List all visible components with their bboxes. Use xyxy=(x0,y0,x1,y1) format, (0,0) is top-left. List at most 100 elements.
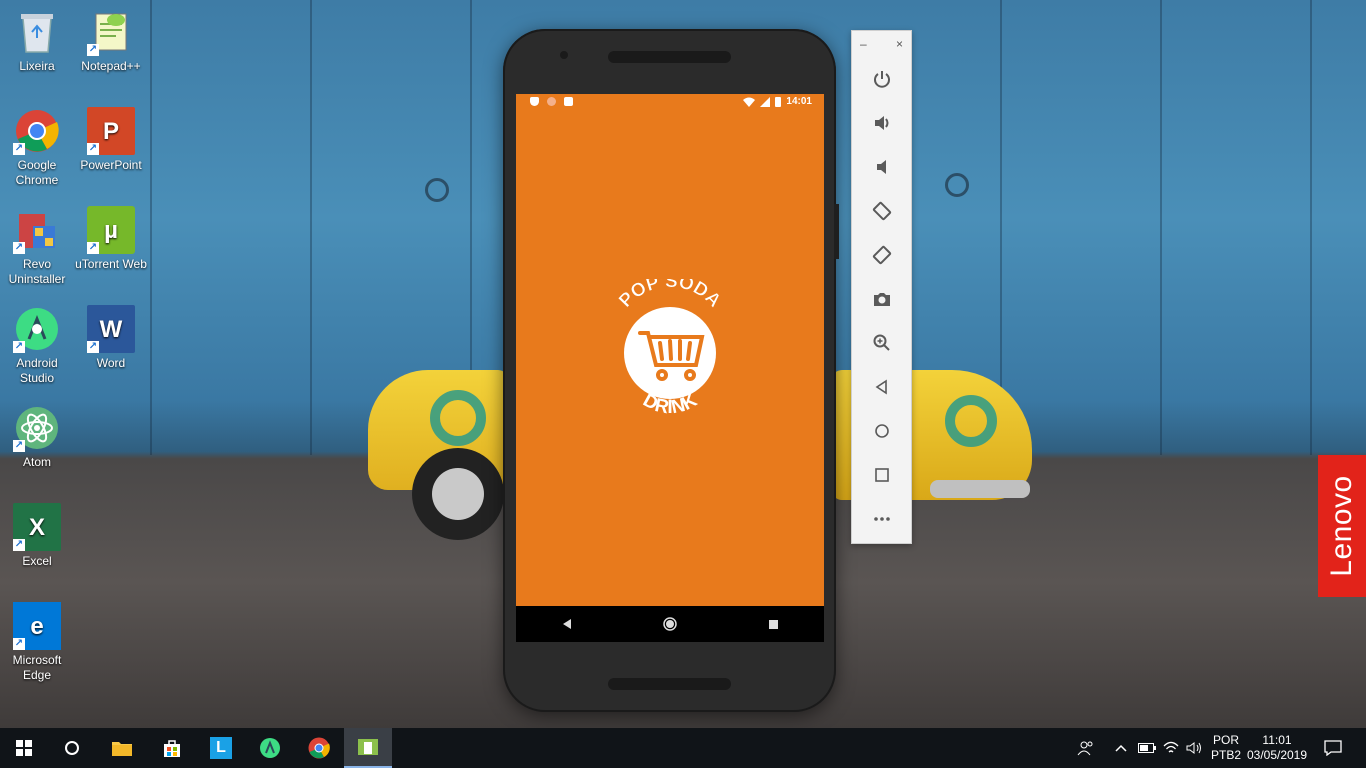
taskbar: L POR PTB2 11:01 03/05/2019 xyxy=(0,728,1366,768)
desktop-icon-powerpoint[interactable]: P ↗ PowerPoint xyxy=(74,107,148,173)
sd-card-icon xyxy=(564,97,573,106)
taskbar-file-explorer[interactable] xyxy=(98,728,146,768)
desktop-icon-chrome[interactable]: ↗ Google Chrome xyxy=(0,107,74,188)
cortana-circle-icon xyxy=(65,741,79,755)
lenovo-text: Lenovo xyxy=(1325,475,1358,577)
emulator-toolbar: – × xyxy=(851,30,912,544)
edge-icon: e ↗ xyxy=(13,602,61,650)
shortcut-arrow-icon: ↗ xyxy=(87,143,99,155)
home-button[interactable] xyxy=(852,409,911,453)
lenovo-l-icon: L xyxy=(210,737,232,759)
more-icon xyxy=(873,517,890,521)
android-emulator-phone: 14:01 POP'SODA DRINK xyxy=(503,29,839,712)
taskbar-store[interactable] xyxy=(148,728,196,768)
battery-icon xyxy=(1138,743,1156,753)
side-button xyxy=(834,204,839,259)
people-button[interactable] xyxy=(1077,728,1095,768)
volume-up-icon xyxy=(874,116,888,130)
zoom-button[interactable] xyxy=(852,321,911,365)
rotate-right-icon xyxy=(872,245,891,265)
shortcut-arrow-icon: ↗ xyxy=(13,638,25,650)
status-time: 14:01 xyxy=(786,96,812,107)
notepad-plus-plus-icon: ↗ xyxy=(87,8,135,56)
desktop-icon-utorrent[interactable]: µ ↗ uTorrent Web xyxy=(74,206,148,272)
home-icon xyxy=(874,424,889,438)
taskbar-android-studio[interactable] xyxy=(246,728,294,768)
shortcut-arrow-icon: ↗ xyxy=(13,440,25,452)
shortcut-arrow-icon: ↗ xyxy=(87,242,99,254)
rotate-left-button[interactable] xyxy=(852,189,911,233)
back-button[interactable] xyxy=(852,365,911,409)
desktop-icon-edge[interactable]: e ↗ Microsoft Edge xyxy=(0,602,74,683)
more-button[interactable] xyxy=(852,497,911,541)
desktop-icon-word[interactable]: W ↗ Word xyxy=(74,305,148,371)
lenovo-brand-tag: Lenovo xyxy=(1318,455,1366,597)
zoom-icon xyxy=(873,334,890,351)
desktop-icon-atom[interactable]: ↗ Atom xyxy=(0,404,74,470)
power-icon xyxy=(873,71,890,88)
desktop-icon-recycle-bin[interactable]: Lixeira xyxy=(0,8,74,74)
svg-text:POP'SODA: POP'SODA xyxy=(615,279,725,312)
screenshot-button[interactable] xyxy=(852,277,911,321)
overview-button[interactable] xyxy=(852,453,911,497)
nav-home-button[interactable] xyxy=(663,617,678,631)
nav-back-button[interactable] xyxy=(561,618,573,630)
show-hidden-icons-button[interactable] xyxy=(1115,728,1127,768)
taskbar-lenovo-app[interactable]: L xyxy=(197,728,245,768)
volume-down-icon xyxy=(876,160,886,174)
signal-icon xyxy=(760,96,771,107)
input-language-button[interactable]: POR PTB2 xyxy=(1210,728,1242,768)
taskbar-chrome[interactable] xyxy=(295,728,343,768)
taskbar-emulator[interactable] xyxy=(344,728,392,768)
shortcut-arrow-icon: ↗ xyxy=(13,143,25,155)
desktop-icon-revo-uninstaller[interactable]: ↗ Revo Uninstaller xyxy=(0,206,74,287)
earpiece-speaker xyxy=(608,51,731,63)
wifi-button[interactable] xyxy=(1163,728,1179,768)
search-button[interactable] xyxy=(48,728,96,768)
chrome-icon xyxy=(308,737,330,759)
back-icon xyxy=(875,379,887,395)
atom-icon: ↗ xyxy=(13,404,61,452)
minimize-button[interactable]: – xyxy=(860,37,867,51)
power-button[interactable] xyxy=(852,57,911,101)
wifi-icon xyxy=(743,97,756,107)
nav-overview-button[interactable] xyxy=(768,619,779,630)
excel-icon: X ↗ xyxy=(13,503,61,551)
close-button[interactable]: × xyxy=(896,37,903,51)
powerpoint-icon: P ↗ xyxy=(87,107,135,155)
battery-icon xyxy=(775,96,782,107)
desktop-icon-android-studio[interactable]: ↗ Android Studio xyxy=(0,305,74,386)
recycle-bin-icon xyxy=(13,8,61,56)
shortcut-arrow-icon: ↗ xyxy=(87,341,99,353)
phone-screen[interactable]: 14:01 POP'SODA DRINK xyxy=(516,94,824,642)
notification-dot-icon xyxy=(547,97,556,106)
notification-icon xyxy=(1324,740,1342,756)
start-button[interactable] xyxy=(0,728,48,768)
shortcut-arrow-icon: ↗ xyxy=(13,242,25,254)
utorrent-icon: µ ↗ xyxy=(87,206,135,254)
folder-icon xyxy=(112,742,132,756)
shortcut-arrow-icon: ↗ xyxy=(13,341,25,353)
action-center-button[interactable] xyxy=(1324,728,1342,768)
overview-icon xyxy=(874,468,889,482)
front-camera xyxy=(560,51,568,59)
android-studio-icon: ↗ xyxy=(13,305,61,353)
shortcut-arrow-icon: ↗ xyxy=(87,44,99,56)
rotate-left-icon xyxy=(872,201,891,221)
volume-up-button[interactable] xyxy=(852,101,911,145)
volume-down-button[interactable] xyxy=(852,145,911,189)
logo-top-text: POP'SODA xyxy=(615,279,725,312)
volume-button[interactable] xyxy=(1186,728,1204,768)
clock-date: 03/05/2019 xyxy=(1246,748,1308,762)
clock-button[interactable]: 11:01 03/05/2019 xyxy=(1244,728,1310,768)
camera-icon xyxy=(873,293,890,306)
popsoda-logo: POP'SODA DRINK xyxy=(615,279,725,418)
desktop-icon-excel[interactable]: X ↗ Excel xyxy=(0,503,74,569)
revo-uninstaller-icon: ↗ xyxy=(13,206,61,254)
desktop-icon-notepad-plus-plus[interactable]: ↗ Notepad++ xyxy=(74,8,148,74)
rotate-right-button[interactable] xyxy=(852,233,911,277)
status-bar: 14:01 xyxy=(516,94,824,111)
emulator-app-icon xyxy=(358,739,378,755)
battery-button[interactable] xyxy=(1138,728,1156,768)
wifi-icon xyxy=(1163,741,1179,753)
